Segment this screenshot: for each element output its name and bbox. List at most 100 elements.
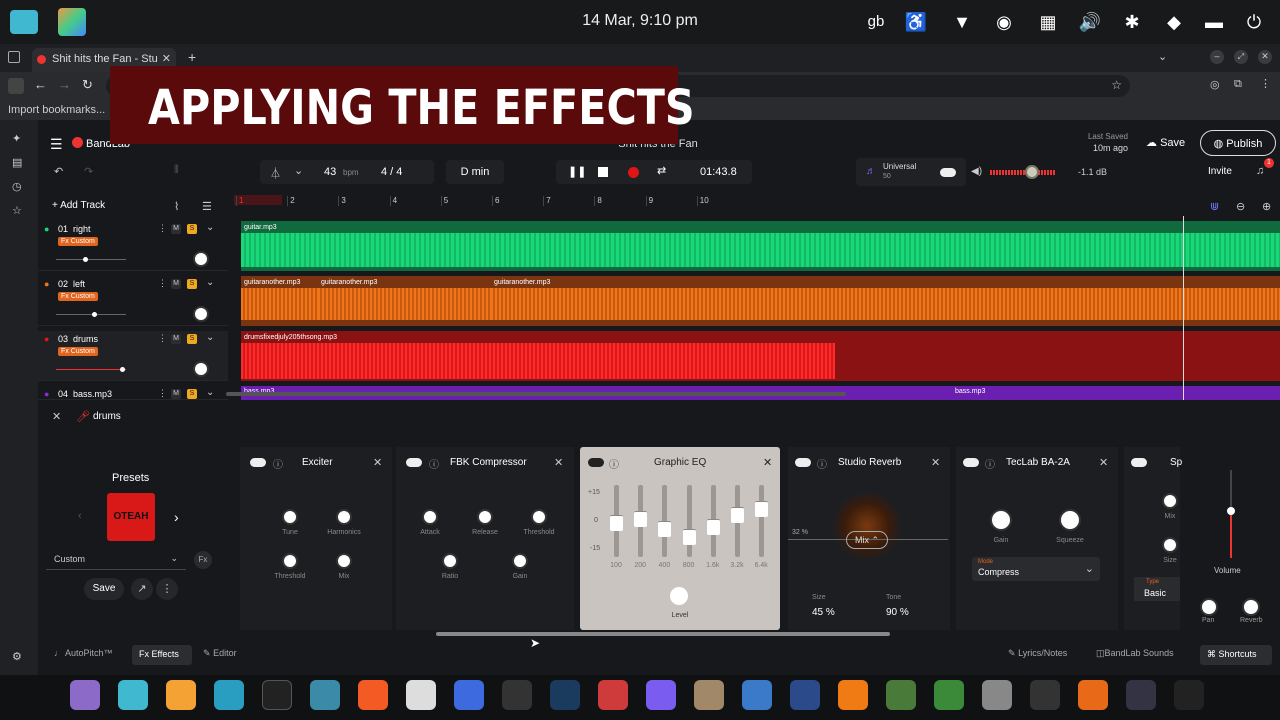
snap-icon[interactable]: ⋓ — [1210, 200, 1219, 213]
mute-button[interactable]: M — [171, 279, 181, 289]
gain-knob[interactable] — [512, 553, 528, 569]
level-knob[interactable] — [670, 587, 688, 605]
track-name[interactable]: right — [73, 224, 91, 234]
xbox-icon[interactable] — [934, 680, 964, 710]
add-track-button[interactable]: + Add Track — [52, 200, 105, 211]
master-reverb-knob[interactable] — [1242, 598, 1260, 616]
text-editor-icon[interactable] — [406, 680, 436, 710]
history-icon[interactable]: ◷ — [12, 180, 22, 193]
master-pan-knob[interactable] — [1200, 598, 1218, 616]
invite-button[interactable]: Invite — [1208, 166, 1232, 177]
track-header-row[interactable]: ● 02 left ⋮ M S ⌄ Fx Custom — [38, 276, 228, 326]
tab-list-icon[interactable] — [8, 51, 20, 63]
info-icon[interactable]: ⓘ — [985, 456, 995, 471]
partial-size-knob[interactable] — [1162, 537, 1178, 553]
wifi-icon[interactable]: ◆ — [1162, 10, 1186, 34]
tracks-view-icon[interactable]: ⦀ — [174, 164, 179, 177]
pause-button[interactable]: ❚❚ — [568, 165, 586, 178]
speaker-icon[interactable]: ◀) — [971, 166, 982, 177]
close-window-icon[interactable]: ✕ — [1258, 50, 1272, 64]
menu-icon[interactable]: ⋮ — [1260, 77, 1271, 90]
reverb-mix-select[interactable]: Mix ⌃ — [846, 531, 888, 549]
ai-icon[interactable]: ✦ — [12, 132, 21, 145]
track-header-row[interactable]: ● 04 bass.mp3 ⋮ M S ⌄ — [38, 386, 228, 400]
volume-slider[interactable] — [56, 314, 126, 315]
partial-mix-knob[interactable] — [1162, 493, 1178, 509]
fx-badge[interactable]: Fx Custom — [58, 237, 98, 246]
effects-scrollbar[interactable] — [436, 632, 890, 636]
eq-slider-thumb[interactable] — [634, 511, 648, 527]
fx-badge[interactable]: Fx Custom — [58, 347, 98, 356]
close-effects-icon[interactable]: ✕ — [52, 410, 61, 423]
app-grid-icon[interactable] — [58, 8, 86, 36]
apps-icon[interactable] — [166, 680, 196, 710]
size-value[interactable]: 45 % — [812, 607, 835, 618]
solo-button[interactable]: S — [187, 224, 197, 234]
clip-track-1[interactable]: guitar.mp3 — [241, 221, 1280, 271]
share-icon[interactable]: ↗ — [131, 578, 153, 600]
folder-icon[interactable] — [214, 680, 244, 710]
metronome-icon[interactable]: ⏃ — [270, 165, 281, 181]
info-icon[interactable]: ⓘ — [817, 456, 827, 471]
type-select[interactable]: Type Basic — [1134, 577, 1180, 601]
redo-icon[interactable]: ↷ — [84, 165, 93, 178]
autopitch-tab[interactable]: ♩ AutoPitch™ — [54, 648, 113, 658]
close-ba2a-icon[interactable]: ✕ — [1099, 456, 1108, 469]
preset-toggle[interactable] — [940, 168, 956, 177]
ratio-knob[interactable] — [442, 553, 458, 569]
account-icon[interactable]: ◎ — [1210, 78, 1220, 91]
clip-track-2b[interactable]: guitaranother.mp3 — [318, 276, 491, 326]
solo-button[interactable]: S — [187, 279, 197, 289]
tab-dropdown-icon[interactable]: ⌄ — [1158, 50, 1167, 63]
automation-icon[interactable]: ⌇ — [174, 200, 179, 213]
music-icon[interactable] — [598, 680, 628, 710]
notes-icon[interactable] — [1126, 680, 1156, 710]
editor-tab[interactable]: ✎ Editor — [203, 648, 237, 659]
mute-button[interactable]: M — [171, 224, 181, 234]
volume-slider[interactable] — [56, 259, 126, 260]
effects-tab[interactable]: Fx Effects — [132, 645, 192, 665]
chat-icon[interactable]: ▬ — [1202, 10, 1226, 34]
bandlab-sounds-button[interactable]: ◫BandLab Sounds — [1096, 648, 1174, 659]
vpn-icon[interactable]: ▼ — [950, 10, 974, 34]
hamburger-icon[interactable]: ☰ — [50, 136, 63, 153]
pan-knob[interactable] — [193, 306, 209, 322]
keyboard-layout[interactable]: gb — [862, 10, 890, 34]
comp-threshold-knob[interactable] — [531, 509, 547, 525]
import-bookmarks-link[interactable]: Import bookmarks... — [8, 104, 105, 116]
clip-track-3[interactable]: drumsfixedjuly205thsong.mp3 — [241, 331, 1280, 381]
info-icon[interactable]: ⓘ — [273, 456, 283, 471]
expand-icon[interactable]: ⌄ — [206, 277, 214, 288]
bookmark-star-icon[interactable]: ☆ — [1111, 78, 1122, 92]
eq-slider-track[interactable] — [759, 485, 765, 557]
settings-gear-icon[interactable] — [1030, 680, 1060, 710]
firefox-icon[interactable] — [1078, 680, 1108, 710]
partial-toggle[interactable] — [1131, 458, 1147, 467]
sidebar-toggle-icon[interactable] — [8, 78, 24, 94]
eq-slider-thumb[interactable] — [610, 515, 623, 531]
clip-track-2a[interactable]: guitaranother.mp3 — [241, 276, 318, 326]
minimize-icon[interactable]: – — [1210, 50, 1224, 64]
ba2a-toggle[interactable] — [963, 458, 979, 467]
eq-toggle[interactable] — [588, 458, 604, 467]
pan-knob[interactable] — [193, 251, 209, 267]
back-icon[interactable]: ← — [34, 77, 47, 92]
terminal-icon[interactable] — [262, 680, 292, 710]
maximize-icon[interactable]: ⤢ — [1234, 50, 1248, 64]
track-name[interactable]: drums — [73, 334, 98, 344]
settings-app-icon[interactable] — [310, 680, 340, 710]
expand-icon[interactable]: ⌄ — [206, 387, 214, 398]
mode-select[interactable]: Mode Compress ⌄ — [972, 557, 1100, 581]
volume-slider[interactable] — [56, 369, 126, 370]
record-button[interactable] — [628, 167, 639, 178]
loop-icon[interactable]: ⇄ — [657, 164, 666, 177]
reverb-toggle[interactable] — [795, 458, 811, 467]
window-icon[interactable]: ▦ — [1036, 10, 1060, 34]
release-knob[interactable] — [477, 509, 493, 525]
stop-button[interactable] — [598, 167, 608, 177]
obs-icon[interactable] — [502, 680, 532, 710]
files-app-icon[interactable] — [10, 10, 38, 34]
mute-button[interactable]: M — [171, 389, 181, 399]
installer-icon[interactable] — [742, 680, 772, 710]
reading-icon[interactable]: ▤ — [12, 156, 22, 169]
